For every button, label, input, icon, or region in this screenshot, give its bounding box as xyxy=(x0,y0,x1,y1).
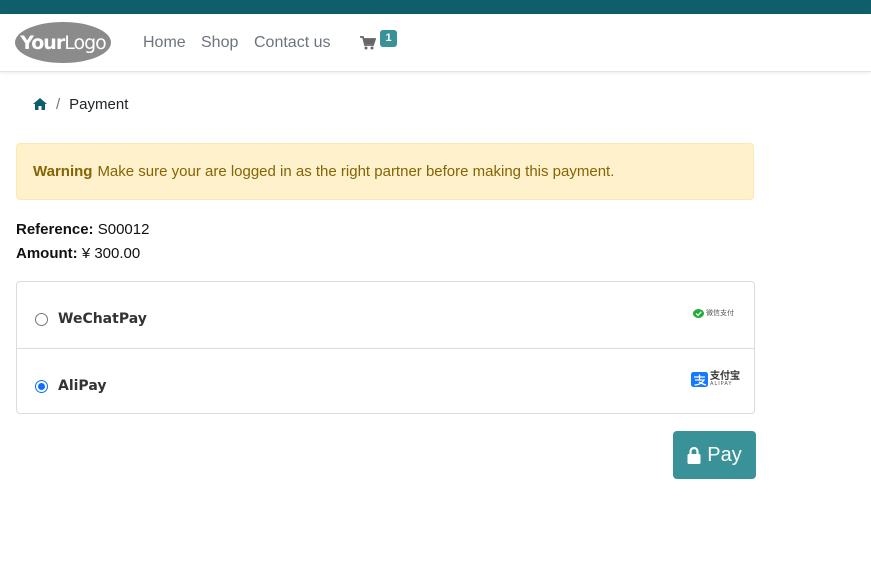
wechatpay-radio[interactable] xyxy=(35,313,48,326)
alipay-label: AliPay xyxy=(58,378,107,394)
logo-text-bold: Your xyxy=(20,31,65,54)
cart-count-badge: 1 xyxy=(380,30,397,47)
shopping-cart-icon xyxy=(360,36,376,50)
wechatpay-logo-text: 微信支付 xyxy=(706,309,734,317)
breadcrumb-current: Payment xyxy=(69,95,129,113)
alipay-radio[interactable] xyxy=(35,380,48,393)
reference-label: Reference: xyxy=(16,221,94,238)
logo-text: Logo xyxy=(64,31,107,54)
wechatpay-logo: 微信支付 xyxy=(693,308,734,318)
pay-button-label: Pay xyxy=(707,443,742,466)
amount-line: Amount: ¥ 300.00 xyxy=(16,245,140,262)
amount-value: ¥ 300.00 xyxy=(81,245,141,262)
nav-shop-link[interactable]: Shop xyxy=(201,34,238,52)
payment-method-alipay[interactable]: AliPay 支付宝 ALIPAY xyxy=(17,348,754,415)
home-icon[interactable] xyxy=(33,98,47,110)
alipay-logo-subtext: ALIPAY xyxy=(710,381,733,387)
alipay-icon xyxy=(691,372,708,387)
lock-icon xyxy=(687,446,701,464)
breadcrumb-separator: / xyxy=(56,95,61,113)
reference-value: S00012 xyxy=(97,221,150,238)
reference-line: Reference: S00012 xyxy=(16,221,149,238)
alert-title: Warning xyxy=(33,163,93,180)
amount-label: Amount: xyxy=(16,245,78,262)
pay-button[interactable]: Pay xyxy=(673,431,756,479)
nav-home-link[interactable]: Home xyxy=(143,34,186,52)
nav-contact-link[interactable]: Contact us xyxy=(254,34,330,52)
warning-alert: Warning Make sure your are logged in as … xyxy=(16,143,754,200)
alipay-logo: 支付宝 ALIPAY xyxy=(691,372,740,387)
payment-method-wechatpay[interactable]: WeChatPay 微信支付 xyxy=(17,282,754,348)
breadcrumb: / Payment xyxy=(33,94,128,114)
wechatpay-label: WeChatPay xyxy=(58,311,147,327)
alert-message: Make sure your are logged in as the righ… xyxy=(97,163,615,180)
navbar: Your Logo Home Shop Contact us 1 xyxy=(0,14,871,72)
top-bar xyxy=(0,0,871,14)
cart-button[interactable]: 1 xyxy=(360,30,400,56)
payment-methods-list: WeChatPay 微信支付 AliPay 支付宝 ALIPAY xyxy=(16,281,755,414)
wechat-icon xyxy=(693,308,704,318)
site-logo[interactable]: Your Logo xyxy=(15,22,111,63)
